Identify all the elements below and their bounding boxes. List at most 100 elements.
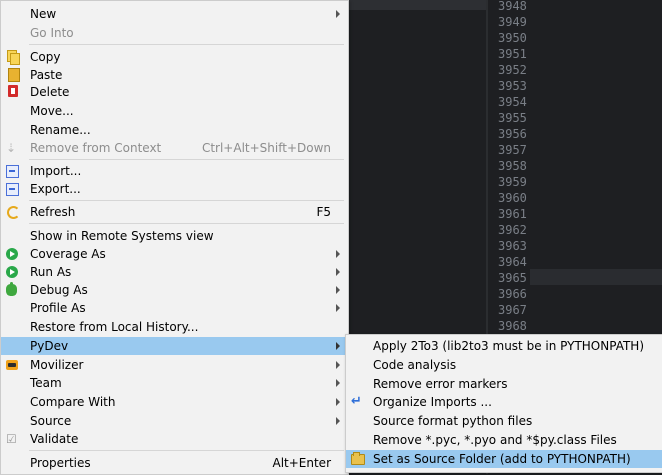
menu-item-new[interactable]: New [1,5,348,23]
menu-item-label: Team [30,376,62,390]
menu-item-label: Run As [30,265,72,279]
submenu-item-set-as-source-folder[interactable]: Set as Source Folder (add to PYTHONPATH) [346,450,662,468]
menu-item-go-into[interactable]: Go Into [1,24,348,42]
menu-item-validate[interactable]: ☑ Validate [1,430,348,448]
menu-item-move[interactable]: Move... [1,102,348,120]
menu-item-delete[interactable]: Delete [1,83,348,101]
menu-item-shortcut: Alt+Enter [272,456,331,470]
line-number: 3959 [498,175,527,189]
menu-item-label: Compare With [30,395,116,409]
submenu-item-apply-2to3[interactable]: Apply 2To3 (lib2to3 must be in PYTHONPAT… [346,337,662,355]
menu-item-label: Profile As [30,301,86,315]
menu-item-shortcut: F5 [316,205,331,219]
menu-item-label: Copy [30,50,61,64]
validate-icon: ☑ [6,432,17,446]
menu-item-label: Debug As [30,283,88,297]
menu-item-label: New [30,7,57,21]
menu-item-show-in-remote-systems[interactable]: Show in Remote Systems view [1,227,348,245]
menu-item-profile-as[interactable]: Profile As [1,299,348,317]
menu-item-debug-as[interactable]: Debug As [1,281,348,299]
menu-item-run-as[interactable]: Run As [1,263,348,281]
line-number: 3954 [498,95,527,109]
import-icon [6,165,19,178]
submenu-item-remove-error-markers[interactable]: Remove error markers [346,375,662,393]
submenu-item-remove-pyc[interactable]: Remove *.pyc, *.pyo and *$py.class Files [346,431,662,449]
menu-item-label: Apply 2To3 (lib2to3 must be in PYTHONPAT… [373,339,645,353]
line-number: 3953 [498,79,527,93]
menu-item-label: Paste [30,68,63,82]
menu-item-label: Properties [30,456,91,470]
menu-item-label: Remove error markers [373,377,508,391]
line-number: 3963 [498,239,527,253]
menu-item-rename[interactable]: Rename... [1,121,348,139]
menu-item-restore-local-history[interactable]: Restore from Local History... [1,318,348,336]
menu-item-label: Import... [30,164,82,178]
menu-item-compare-with[interactable]: Compare With [1,393,348,411]
menu-item-label: Set as Source Folder (add to PYTHONPATH) [373,452,631,466]
menu-item-label: Refresh [30,205,76,219]
submenu-arrow-icon [336,304,340,312]
menu-item-label: Remove *.pyc, *.pyo and *$py.class Files [373,433,617,447]
menu-item-source[interactable]: Source [1,412,348,430]
line-number: 3962 [498,223,527,237]
line-number: 3949 [498,15,527,29]
line-number: 3950 [498,31,527,45]
submenu-arrow-icon [336,10,340,18]
refresh-icon [7,206,20,219]
line-number: 3948 [498,0,527,13]
menu-item-pydev[interactable]: PyDev [1,337,348,355]
menu-item-export[interactable]: Export... [1,180,348,198]
menu-separator [29,159,344,160]
line-number: 3965 [498,271,527,285]
context-menu: New Go Into Copy Paste Delete Move... Re… [0,0,349,475]
submenu-arrow-icon [336,268,340,276]
submenu-item-code-analysis[interactable]: Code analysis [346,356,662,374]
submenu-arrow-icon [336,250,340,258]
menu-separator [29,44,344,45]
menu-item-label: Movilizer [30,358,84,372]
menu-item-movilizer[interactable]: Movilizer [1,356,348,374]
menu-item-paste[interactable]: Paste [1,66,348,84]
organize-imports-icon: ↵ [351,394,362,409]
menu-item-shortcut: Ctrl+Alt+Shift+Down [201,141,331,155]
submenu-arrow-icon [336,417,340,425]
delete-icon [8,85,18,97]
menu-item-properties[interactable]: Properties Alt+Enter [1,454,348,472]
current-line-highlight [530,269,662,285]
menu-item-team[interactable]: Team [1,374,348,392]
menu-item-label: Move... [30,104,74,118]
menu-item-coverage-as[interactable]: Coverage As [1,245,348,263]
submenu-item-organize-imports[interactable]: ↵ Organize Imports ... [346,393,662,411]
line-number: 3951 [498,47,527,61]
line-number: 3961 [498,207,527,221]
pydev-submenu: Apply 2To3 (lib2to3 must be in PYTHONPAT… [345,334,662,473]
menu-item-label: Show in Remote Systems view [30,229,214,243]
line-number: 3952 [498,63,527,77]
menu-item-label: PyDev [30,339,69,353]
menu-item-label: Rename... [30,123,91,137]
menu-item-refresh[interactable]: Refresh F5 [1,203,348,221]
menu-item-label: Delete [30,85,70,99]
menu-item-label: Export... [30,182,81,196]
run-icon [6,266,18,278]
source-folder-icon [351,452,365,465]
menu-separator [29,223,344,224]
editor-tab-strip [348,0,488,10]
line-number: 3955 [498,111,527,125]
submenu-arrow-icon [336,379,340,387]
paste-icon [8,68,20,82]
line-number: 3966 [498,287,527,301]
menu-item-label: Validate [30,432,79,446]
menu-item-remove-from-context[interactable]: ⇣ Remove from Context Ctrl+Alt+Shift+Dow… [1,139,348,157]
menu-separator [29,450,344,451]
line-number: 3957 [498,143,527,157]
coverage-icon [6,248,18,260]
menu-item-import[interactable]: Import... [1,162,348,180]
menu-item-label: Coverage As [30,247,106,261]
submenu-item-source-format[interactable]: Source format python files [346,412,662,430]
line-number: 3958 [498,159,527,173]
menu-item-label: Remove from Context [30,141,162,155]
line-number: 3968 [498,319,527,333]
menu-item-copy[interactable]: Copy [1,48,348,66]
menu-item-label: Organize Imports ... [373,395,492,409]
